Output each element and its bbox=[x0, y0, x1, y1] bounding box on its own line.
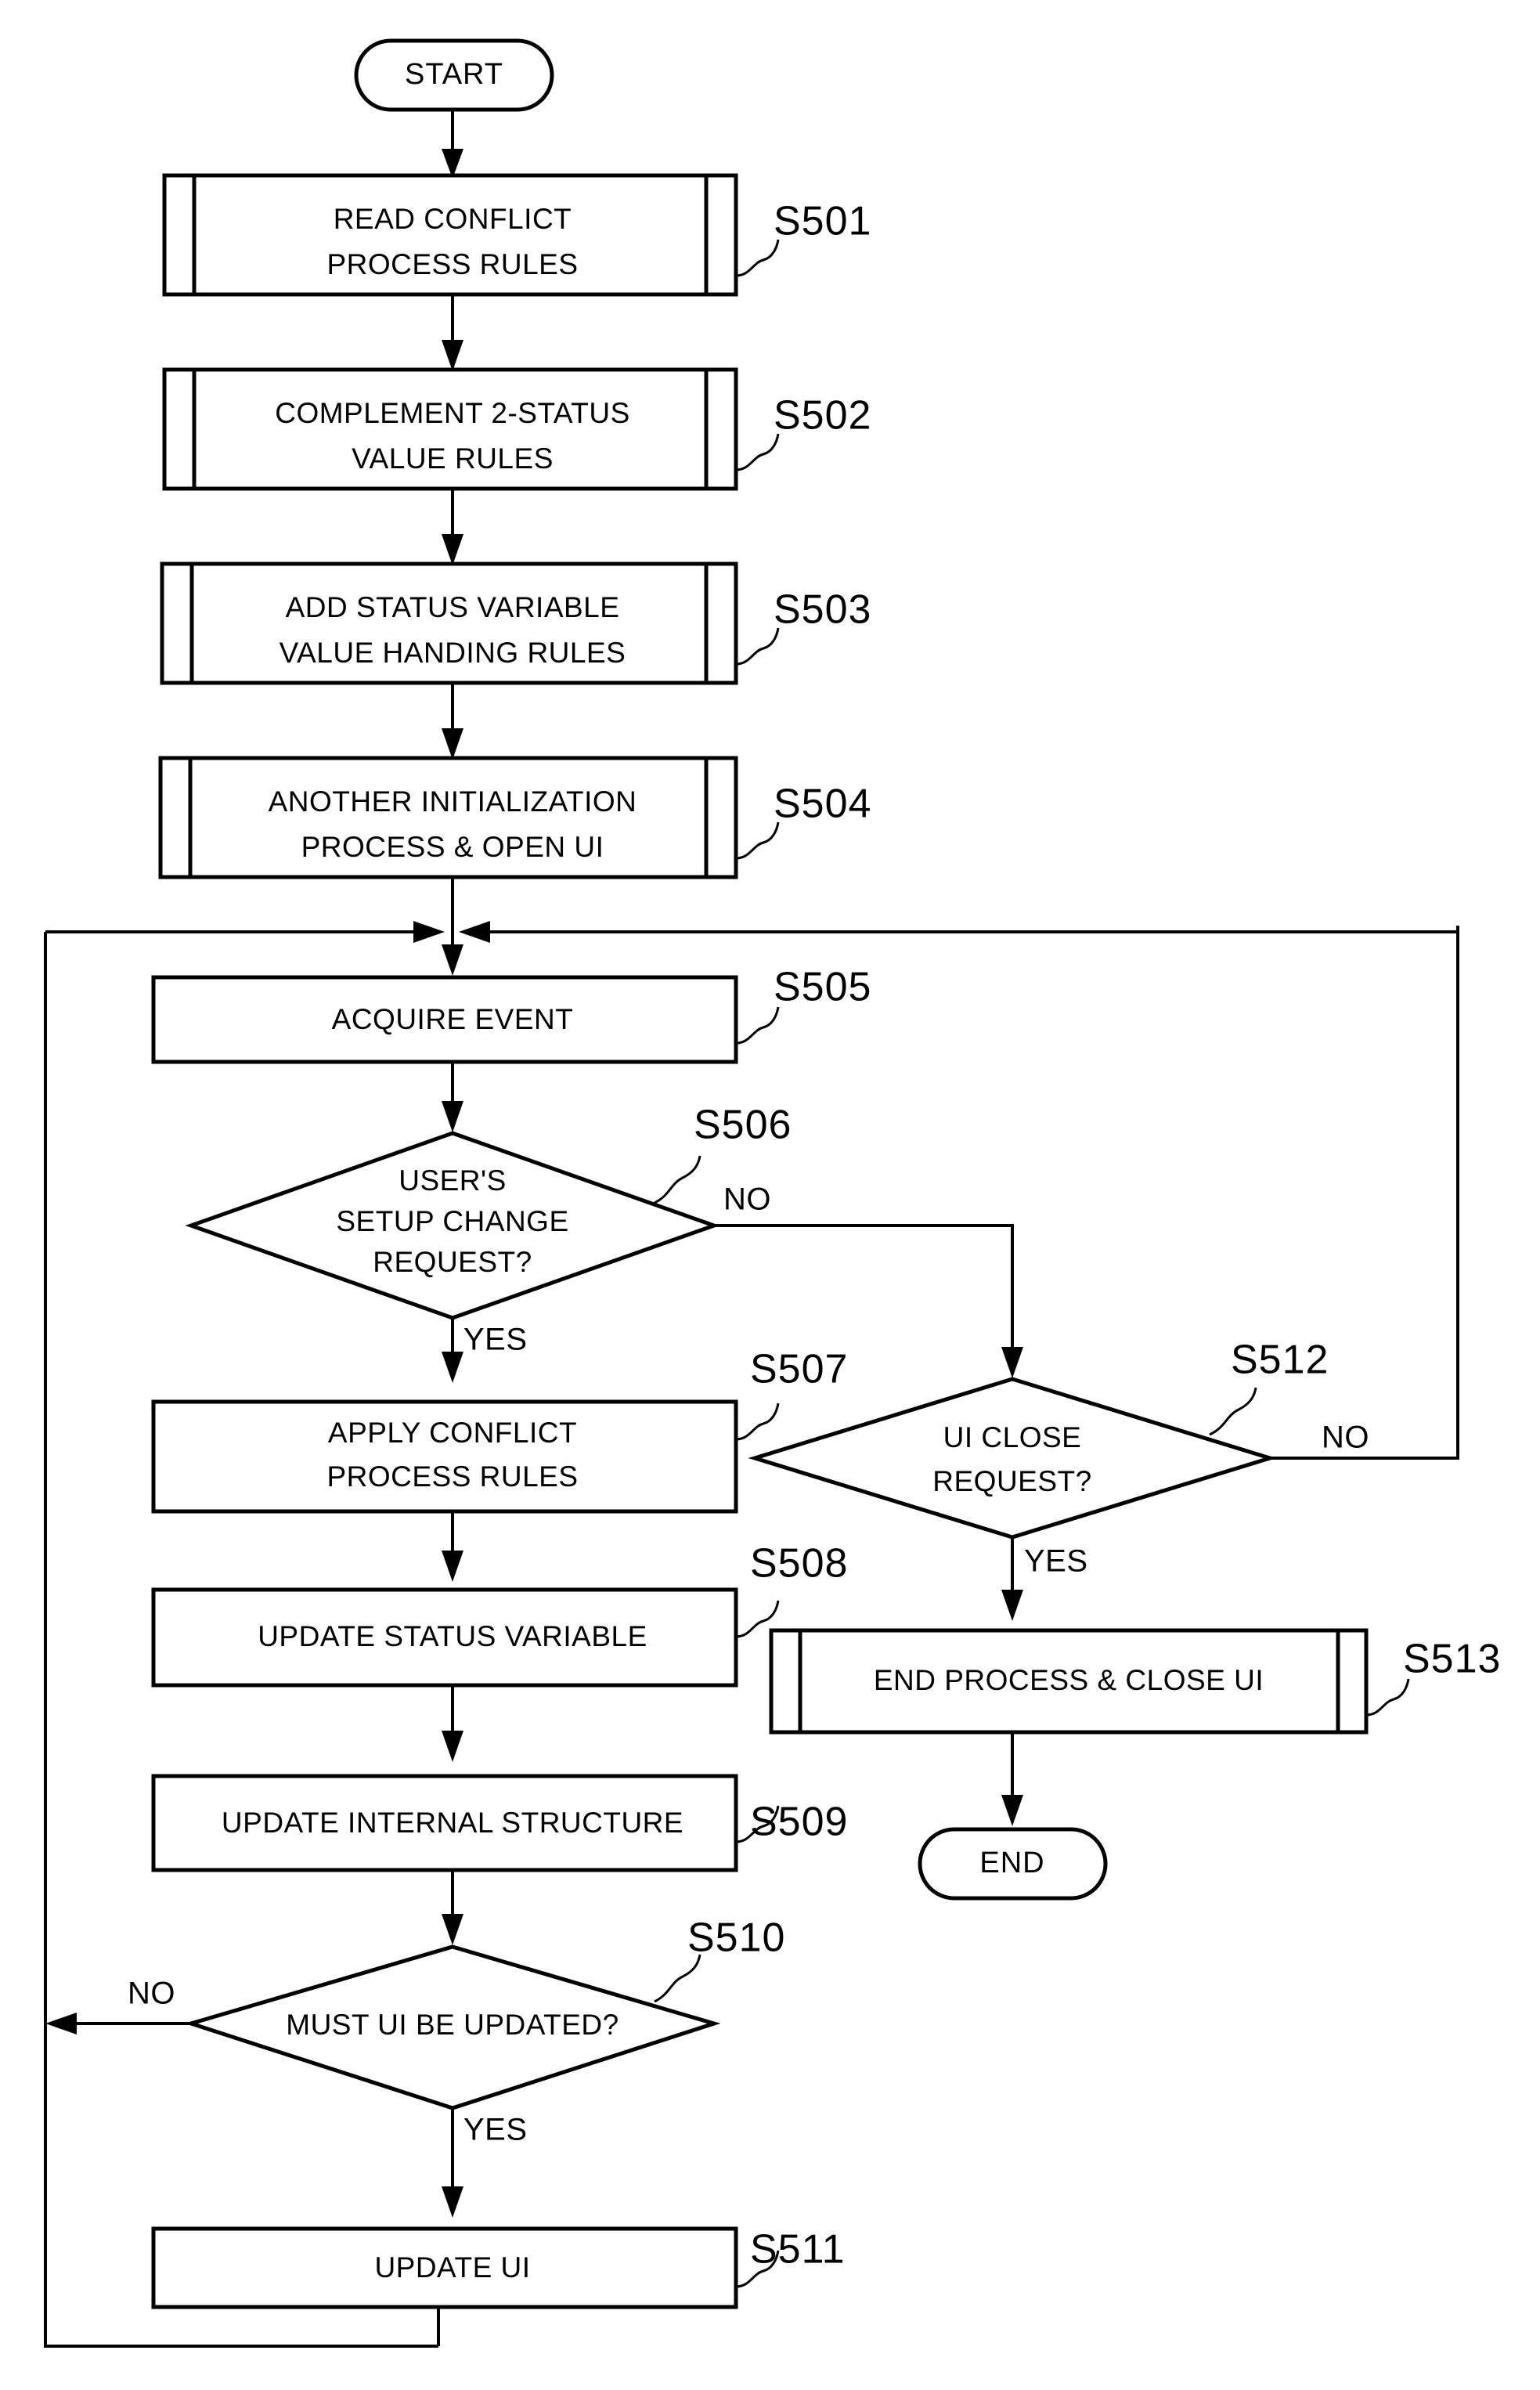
s501-label-line-2: PROCESS RULES bbox=[326, 248, 578, 280]
connector-s509-to-s510 bbox=[442, 1870, 463, 1945]
leader-s504 bbox=[735, 821, 780, 860]
end-terminator-label: END bbox=[979, 1847, 1044, 1879]
s508-label-line-1: UPDATE STATUS VARIABLE bbox=[258, 1620, 647, 1652]
leader-s502 bbox=[735, 433, 780, 471]
s510-label-line-1: MUST UI BE UPDATED? bbox=[286, 2009, 619, 2041]
s506-branch-no-label: NO bbox=[723, 1182, 771, 1217]
start-terminator-label: START bbox=[405, 58, 503, 91]
s512-diamond bbox=[748, 1377, 1277, 1540]
connector-s501-to-s502 bbox=[442, 294, 463, 371]
s506-label-line-3: REQUEST? bbox=[373, 1246, 532, 1278]
s513-label-line-1: END PROCESS & CLOSE UI bbox=[874, 1664, 1264, 1696]
leader-s513 bbox=[1365, 1678, 1410, 1717]
s512-branch-yes-label: YES bbox=[1024, 1544, 1088, 1579]
connector-s503-to-s504 bbox=[442, 683, 463, 760]
s506-label-line-2: SETUP CHANGE bbox=[336, 1205, 568, 1237]
s503-label-line-1: ADD STATUS VARIABLE bbox=[286, 591, 620, 623]
leader-s503 bbox=[735, 627, 780, 666]
s505-step-ref: S505 bbox=[774, 965, 871, 1010]
connector-s513-to-end bbox=[1001, 1732, 1023, 1826]
s512-branch-no-label: NO bbox=[1322, 1421, 1369, 1455]
node-s512 bbox=[748, 1377, 1277, 1540]
s502-label-line-2: VALUE RULES bbox=[352, 442, 554, 475]
s503-label-line-2: VALUE HANDING RULES bbox=[280, 637, 626, 669]
s509-label-line-1: UPDATE INTERNAL STRUCTURE bbox=[222, 1807, 683, 1839]
s511-label-line-1: UPDATE UI bbox=[374, 2251, 530, 2283]
leader-s501 bbox=[735, 239, 780, 277]
leader-s505 bbox=[735, 1006, 780, 1045]
s511-step-ref: S511 bbox=[750, 2227, 846, 2273]
connector-s510-no bbox=[45, 2013, 191, 2034]
s506-step-ref: S506 bbox=[694, 1103, 792, 1148]
s505-label-line-1: ACQUIRE EVENT bbox=[332, 1003, 574, 1035]
s503-step-ref: S503 bbox=[774, 587, 871, 633]
s512-label-line-2: REQUEST? bbox=[932, 1465, 1091, 1497]
leader-s510 bbox=[654, 1954, 701, 2003]
s506-label-line-1: USER'S bbox=[399, 1164, 507, 1197]
s510-branch-no-label: NO bbox=[128, 1977, 175, 2011]
leader-s506 bbox=[654, 1155, 701, 1204]
flowchart-canvas: START END READ CONFLICT PROCESS RULES S5… bbox=[0, 0, 1540, 2390]
connector-s510-yes bbox=[442, 2108, 463, 2218]
s513-step-ref: S513 bbox=[1403, 1637, 1501, 1682]
s501-step-ref: S501 bbox=[774, 199, 871, 244]
s501-label-line-1: READ CONFLICT bbox=[334, 203, 572, 235]
connector-s505-to-s506 bbox=[442, 1062, 463, 1132]
s507-label-line-1: APPLY CONFLICT bbox=[328, 1417, 577, 1449]
s508-step-ref: S508 bbox=[750, 1541, 848, 1587]
connector-s512-yes bbox=[1001, 1537, 1023, 1621]
connector-s502-to-s503 bbox=[442, 489, 463, 565]
s510-branch-yes-label: YES bbox=[463, 2113, 528, 2147]
connector-s508-to-s509 bbox=[442, 1685, 463, 1762]
connector-s506-yes bbox=[442, 1318, 463, 1383]
leader-s507 bbox=[735, 1403, 780, 1441]
s504-label-line-1: ANOTHER INITIALIZATION bbox=[269, 785, 637, 818]
s509-step-ref: S509 bbox=[750, 1800, 848, 1845]
connector-s507-to-s508 bbox=[442, 1511, 463, 1582]
s510-step-ref: S510 bbox=[687, 1915, 785, 1961]
s507-label-line-2: PROCESS RULES bbox=[326, 1460, 578, 1493]
s504-label-line-2: PROCESS & OPEN UI bbox=[301, 831, 604, 863]
s504-step-ref: S504 bbox=[774, 782, 871, 827]
s506-branch-yes-label: YES bbox=[463, 1323, 528, 1357]
s502-label-line-1: COMPLEMENT 2-STATUS bbox=[275, 397, 630, 429]
s512-step-ref: S512 bbox=[1231, 1338, 1329, 1383]
s507-step-ref: S507 bbox=[750, 1347, 848, 1392]
connector-start-to-s501 bbox=[442, 110, 463, 179]
flowchart-svg: START END READ CONFLICT PROCESS RULES S5… bbox=[44, 38, 1501, 2348]
s502-step-ref: S502 bbox=[774, 393, 871, 439]
leader-s512 bbox=[1209, 1387, 1257, 1436]
s512-label-line-1: UI CLOSE bbox=[943, 1421, 1082, 1453]
